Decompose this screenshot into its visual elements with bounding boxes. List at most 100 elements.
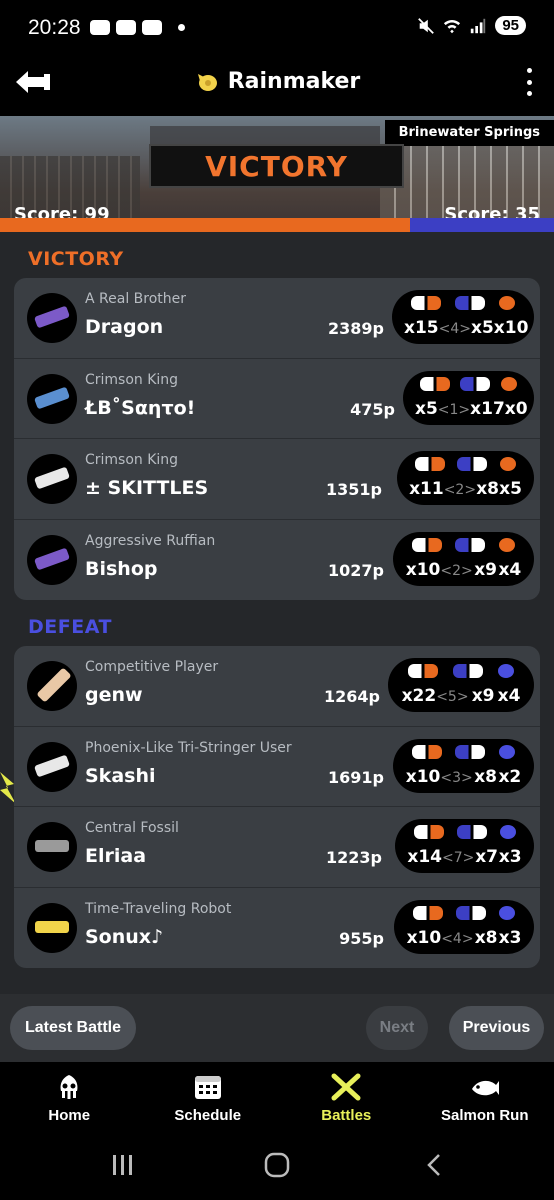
stage-name: Brinewater Springs bbox=[384, 120, 554, 146]
player-name: Dragon bbox=[85, 316, 164, 338]
weapon-icon bbox=[27, 293, 77, 343]
player-stats: x14<7> x7 x3 bbox=[395, 819, 534, 873]
recents-icon[interactable] bbox=[110, 1152, 136, 1178]
score-bar bbox=[0, 218, 554, 232]
previous-button[interactable]: Previous bbox=[449, 1006, 544, 1050]
specials-count: x3 bbox=[498, 847, 522, 867]
player-stats: x15<4> x5 x10 bbox=[392, 290, 534, 344]
player-row[interactable]: Competitive Player genw 1264p x22<5> x9 … bbox=[14, 646, 540, 727]
player-title: Competitive Player bbox=[85, 659, 219, 675]
system-nav bbox=[0, 1134, 554, 1200]
tab-home[interactable]: Home bbox=[0, 1062, 139, 1134]
deaths-count: x9 bbox=[471, 686, 495, 706]
splatted-icon bbox=[455, 905, 486, 920]
player-points: 955p bbox=[339, 928, 384, 948]
player-points: 1691p bbox=[328, 767, 384, 787]
result-banner: VICTORY bbox=[149, 144, 404, 188]
tab-salmon-run[interactable]: Salmon Run bbox=[416, 1062, 554, 1134]
player-row[interactable]: A Real Brother Dragon 2389p x15<4> x5 x1… bbox=[14, 278, 540, 359]
special-icon bbox=[499, 905, 516, 920]
splatted-icon bbox=[455, 744, 486, 759]
specials-count: x4 bbox=[498, 559, 522, 580]
battle-nav-bar: Latest Battle Next Previous bbox=[0, 994, 554, 1062]
kills-count: x10<3> bbox=[405, 766, 473, 787]
weapon-icon bbox=[27, 822, 77, 872]
deaths-count: x7 bbox=[475, 847, 498, 867]
player-stats: x11<2> x8 x5 bbox=[397, 451, 534, 505]
youtube-icon bbox=[90, 20, 110, 35]
squid-icon bbox=[60, 1074, 78, 1099]
specials-count: x5 bbox=[499, 479, 522, 499]
lose-section-title: DEFEAT bbox=[28, 616, 112, 638]
special-icon bbox=[499, 457, 516, 471]
player-points: 475p bbox=[350, 399, 395, 419]
player-row[interactable]: Aggressive Ruffian Bishop 1027p x10<2> x… bbox=[14, 520, 540, 601]
score-bar-fill bbox=[0, 218, 410, 232]
win-team-card: A Real Brother Dragon 2389p x15<4> x5 x1… bbox=[14, 278, 540, 600]
player-title: A Real Brother bbox=[85, 291, 187, 307]
splat-icon bbox=[411, 296, 441, 310]
assists-count: <7> bbox=[442, 850, 475, 866]
deaths-count: x8 bbox=[474, 927, 498, 948]
battle-detail[interactable]: VICTORY A Real Brother Dragon 2389p x15<… bbox=[0, 232, 554, 994]
splat-icon bbox=[411, 744, 442, 759]
player-row[interactable]: Phoenix-Like Tri-Stringer User Skashi 16… bbox=[14, 727, 540, 807]
player-row[interactable]: Time-Traveling Robot Sonux♪ 955p x10<4> … bbox=[14, 888, 540, 969]
player-points: 2389p bbox=[328, 319, 384, 338]
tab-schedule[interactable]: Schedule bbox=[139, 1062, 278, 1134]
salmon-icon bbox=[471, 1080, 499, 1095]
wifi-icon bbox=[444, 19, 461, 33]
tab-battles-label: Battles bbox=[321, 1106, 372, 1124]
player-points: 1223p bbox=[326, 848, 382, 867]
player-points: 1027p bbox=[328, 560, 384, 580]
result-label: VICTORY bbox=[205, 149, 348, 183]
home-icon[interactable] bbox=[264, 1152, 290, 1178]
specials-count: x0 bbox=[504, 398, 528, 419]
player-name: ± SKITTLES bbox=[85, 477, 209, 499]
more-vert-icon[interactable] bbox=[524, 68, 534, 96]
player-stats: x10<3> x8 x2 bbox=[393, 738, 534, 793]
assists-count: <2> bbox=[440, 562, 473, 579]
player-name: Skashi bbox=[85, 764, 156, 787]
splat-icon bbox=[415, 457, 446, 471]
special-icon bbox=[500, 376, 517, 391]
player-row[interactable]: Crimson King ± SKITTLES 1351p x11<2> x8 … bbox=[14, 439, 540, 520]
dot-icon bbox=[178, 24, 185, 31]
player-name: Elriaa bbox=[85, 845, 147, 867]
player-name: genw bbox=[85, 684, 143, 706]
win-section-title: VICTORY bbox=[28, 248, 124, 270]
mute-icon bbox=[418, 17, 435, 34]
tab-schedule-label: Schedule bbox=[174, 1106, 242, 1124]
kills-count: x10<2> bbox=[405, 559, 473, 580]
player-name: Bishop bbox=[85, 557, 158, 580]
assists-count: <3> bbox=[440, 769, 473, 786]
tab-battles[interactable]: Battles bbox=[277, 1062, 416, 1134]
kills-count: x10<4> bbox=[406, 927, 474, 948]
weapon-icon bbox=[27, 902, 77, 953]
player-row[interactable]: Central Fossil Elriaa 1223p x14<7> x7 x3 bbox=[14, 807, 540, 888]
player-row[interactable]: Crimson King ŁB˚Sαητο! 475p x5<1> x17 x0 bbox=[14, 359, 540, 439]
weapon-icon bbox=[27, 454, 77, 504]
status-time: 20:28 bbox=[28, 16, 81, 39]
cloud-icon bbox=[116, 20, 136, 35]
special-icon bbox=[499, 537, 516, 552]
splat-icon bbox=[407, 664, 438, 678]
player-title: Crimson King bbox=[85, 452, 179, 468]
back-icon[interactable] bbox=[422, 1152, 448, 1178]
kills-count: x14<7> bbox=[407, 847, 475, 867]
player-title: Phoenix-Like Tri-Stringer User bbox=[85, 739, 292, 756]
special-icon bbox=[499, 825, 516, 839]
player-title: Crimson King bbox=[85, 371, 179, 388]
youtube-icon bbox=[142, 20, 162, 35]
lose-team-card: Competitive Player genw 1264p x22<5> x9 … bbox=[14, 646, 540, 968]
splatted-icon bbox=[455, 537, 486, 552]
crossed-weapons-icon bbox=[331, 1073, 361, 1100]
player-title: Central Fossil bbox=[85, 820, 179, 836]
latest-battle-button[interactable]: Latest Battle bbox=[10, 1006, 136, 1050]
status-bar: 20:28 95 bbox=[0, 0, 554, 60]
next-button[interactable]: Next bbox=[366, 1006, 428, 1050]
player-points: 1264p bbox=[324, 687, 380, 706]
tab-salmon-label: Salmon Run bbox=[440, 1106, 529, 1124]
player-points: 1351p bbox=[326, 480, 382, 499]
player-stats: x22<5> x9 x4 bbox=[388, 658, 534, 712]
